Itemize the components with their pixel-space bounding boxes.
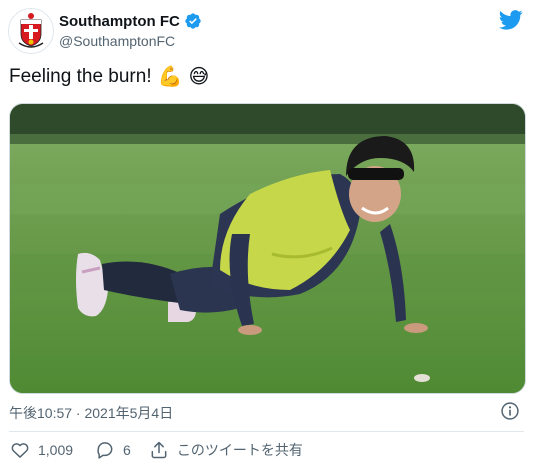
- tweet-timestamp[interactable]: 午後10:57 · 2021年5月4日: [9, 403, 173, 423]
- tweet-text: Feeling the burn! 💪 😅: [9, 66, 209, 88]
- reply-button[interactable]: 6: [95, 440, 131, 460]
- share-label: このツイートを共有: [176, 442, 303, 458]
- southampton-crest-icon: [9, 9, 53, 53]
- like-count: 1,009: [38, 442, 74, 458]
- display-name[interactable]: Southampton FC: [59, 13, 180, 30]
- heart-icon: [11, 443, 29, 458]
- tweet-card[interactable]: Southampton FC @SouthamptonFC Feeling th…: [0, 0, 533, 468]
- author-handle[interactable]: @SouthamptonFC: [59, 33, 175, 49]
- reply-bubble-icon: [97, 442, 113, 459]
- twitter-bird-icon[interactable]: [499, 10, 523, 30]
- tweet-photo[interactable]: [9, 103, 526, 394]
- share-upload-icon: [151, 441, 167, 459]
- grinning-sweat-emoji-icon: 😅: [188, 66, 210, 88]
- player-pushup-photo: [10, 104, 525, 393]
- reply-count: 6: [123, 442, 131, 458]
- info-icon[interactable]: [500, 401, 520, 421]
- author-name-row[interactable]: Southampton FC: [59, 12, 202, 30]
- avatar[interactable]: [8, 8, 54, 54]
- footer-divider: [9, 431, 524, 432]
- share-button[interactable]: このツイートを共有: [149, 440, 303, 460]
- tweet-text-content: Feeling the burn!: [9, 66, 152, 87]
- verified-badge-icon: [185, 13, 201, 29]
- tweet-actions: 1,009 6 このツイートを共有: [10, 440, 303, 460]
- flexed-biceps-emoji-icon: 💪: [157, 66, 183, 88]
- like-button[interactable]: 1,009: [10, 440, 73, 460]
